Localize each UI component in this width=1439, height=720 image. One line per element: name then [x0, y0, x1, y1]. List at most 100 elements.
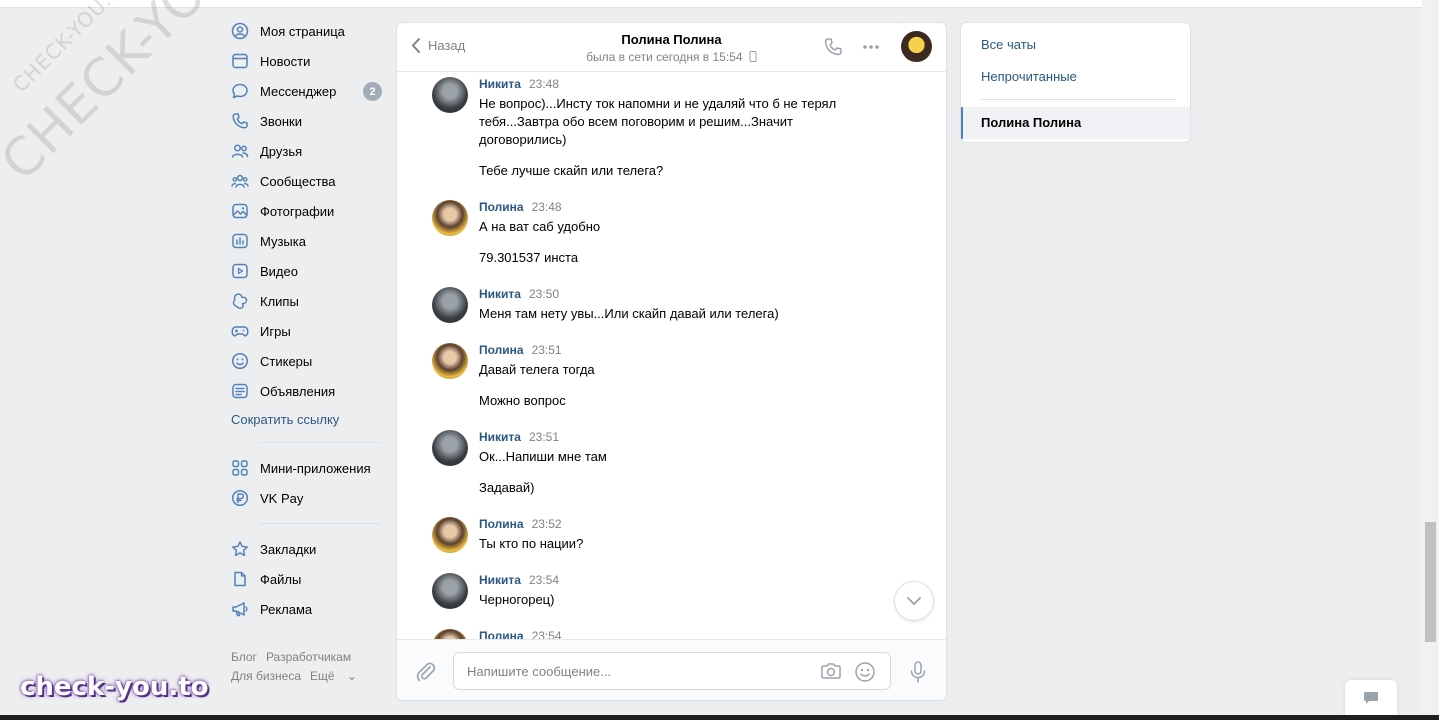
mini-chat-button[interactable]: [1345, 680, 1397, 716]
message-group[interactable]: Никита 23:54 Черногорец): [432, 573, 902, 609]
message-group[interactable]: Полина 23:48 А на ват саб удобно 79.301537 …: [432, 200, 902, 267]
active-chat-item[interactable]: Полина Полина: [961, 107, 1190, 139]
sidebar-item-music[interactable]: Музыка: [230, 226, 382, 256]
message-avatar[interactable]: [432, 517, 468, 553]
sidebar-item-apps-grid[interactable]: Мини-приложения: [230, 453, 382, 483]
top-bar: [0, 0, 1422, 8]
brand-watermark: check-you.to: [20, 672, 209, 702]
message-text: Давай телега тогда: [479, 362, 595, 377]
sidebar-item-user-circle[interactable]: Моя страница: [230, 16, 382, 46]
chat-header: Назад Полина Полина была в сети сегодня …: [397, 23, 946, 72]
sidebar-item-newspaper[interactable]: Новости: [230, 46, 382, 76]
sidebar-item-phone[interactable]: Звонки: [230, 106, 382, 136]
footer-developers-link[interactable]: Разработчикам: [266, 650, 351, 664]
footer-more-label: Ещё: [310, 669, 335, 683]
sidebar-item-label: Моя страница: [260, 23, 345, 39]
sidebar-item-classifieds[interactable]: Объявления: [230, 376, 382, 406]
call-button[interactable]: [823, 37, 843, 60]
message-group[interactable]: Полина 23:51 Давай телега тогда Можно вопро…: [432, 343, 902, 410]
message-author[interactable]: Полина: [479, 343, 524, 357]
sidebar-item-label: Сообщества: [260, 173, 336, 189]
scroll-down-button[interactable]: [894, 581, 934, 621]
message-author[interactable]: Никита: [479, 573, 521, 587]
phone-icon: [230, 111, 250, 131]
message-author[interactable]: Никита: [479, 287, 521, 301]
ruble-icon: [230, 488, 250, 508]
chat-avatar[interactable]: [901, 31, 932, 62]
message-avatar[interactable]: [432, 430, 468, 466]
message-group[interactable]: Никита 23:50 Меня там нету увы...Или скайп…: [432, 287, 902, 323]
message-avatar[interactable]: [432, 200, 468, 236]
sidebar-item-label: Файлы: [260, 571, 302, 587]
sidebar-item-label: Музыка: [260, 233, 306, 249]
sidebar-item-star[interactable]: Закладки: [230, 534, 382, 564]
smile-icon: [230, 351, 250, 371]
message-text: Черногорец): [479, 592, 555, 607]
classifieds-icon: [230, 381, 250, 401]
phone-icon: [824, 38, 842, 56]
message-text: 79.301537 инста: [479, 250, 579, 265]
sidebar-item-video[interactable]: Видео: [230, 256, 382, 286]
attach-button[interactable]: [415, 661, 437, 686]
panel-divider: [981, 99, 1176, 100]
sidebar-item-file[interactable]: Файлы: [230, 564, 382, 594]
unread-chats-link[interactable]: Непрочитанные: [981, 69, 1077, 84]
sidebar-item-smile[interactable]: Стикеры: [230, 346, 382, 376]
message-group[interactable]: Полина 23:52 Ты кто по нации?: [432, 517, 902, 553]
message-text: Тебе лучше скайп или телега?: [479, 163, 664, 178]
clips-icon: [230, 291, 250, 311]
message-time: 23:52: [531, 517, 562, 531]
message-group[interactable]: Полина 23:54: [432, 629, 902, 639]
message-avatar[interactable]: [432, 629, 468, 639]
sidebar-item-label: Стикеры: [260, 353, 313, 369]
sidebar-item-label: Объявления: [260, 383, 336, 399]
message-author[interactable]: Полина: [479, 629, 524, 639]
message-text: Меня там нету увы...Или скайп давай или …: [479, 306, 779, 321]
video-icon: [230, 261, 250, 281]
sidebar-item-label: Звонки: [260, 113, 302, 129]
sidebar-item-clips[interactable]: Клипы: [230, 286, 382, 316]
more-button[interactable]: [861, 37, 881, 60]
all-chats-link[interactable]: Все чаты: [981, 37, 1036, 52]
message-time: 23:51: [531, 343, 562, 357]
footer-blog-link[interactable]: Блог: [231, 650, 257, 664]
footer-more-link[interactable]: Ещё ⌄: [310, 669, 366, 683]
sidebar-item-label: Игры: [260, 323, 291, 339]
user-circle-icon: [230, 21, 250, 41]
footer-business-link[interactable]: Для бизнеса: [231, 669, 301, 683]
camera-button[interactable]: [820, 661, 842, 684]
megaphone-icon: [230, 599, 250, 619]
message-avatar[interactable]: [432, 343, 468, 379]
sidebar-item-gamepad[interactable]: Игры: [230, 316, 382, 346]
sidebar-item-megaphone[interactable]: Реклама: [230, 594, 382, 624]
chat-filter-panel: Все чаты Непрочитанные Полина Полина: [960, 22, 1191, 143]
message-avatar[interactable]: [432, 77, 468, 113]
sidebar-item-chat-bubble[interactable]: Мессенджер 2: [230, 76, 382, 106]
chat-window: Назад Полина Полина была в сети сегодня …: [396, 22, 947, 701]
message-author[interactable]: Никита: [479, 430, 521, 444]
message-group[interactable]: Никита 23:48 Не вопрос)...Инсту ток напомн…: [432, 77, 902, 180]
newspaper-icon: [230, 51, 250, 71]
chevron-down-icon: [907, 596, 921, 605]
message-input-box: [453, 652, 891, 690]
sidebar-item-ruble[interactable]: VK Pay: [230, 483, 382, 513]
sidebar-item-label: Видео: [260, 263, 298, 279]
sidebar-item-friends[interactable]: Друзья: [230, 136, 382, 166]
message-input[interactable]: [467, 653, 807, 689]
sidebar-item-photo[interactable]: Фотографии: [230, 196, 382, 226]
sidebar-item-communities[interactable]: Сообщества: [230, 166, 382, 196]
emoji-button[interactable]: [854, 661, 876, 686]
chat-bubble-icon: [1364, 692, 1378, 704]
scrollbar-thumb[interactable]: [1425, 522, 1436, 642]
footer-links: Блог Разработчикам Для бизнеса Ещё ⌄: [231, 648, 381, 686]
taskbar-edge: [0, 715, 1439, 720]
shorten-link[interactable]: Сократить ссылку: [231, 406, 382, 432]
message-author[interactable]: Полина: [479, 200, 524, 214]
message-text: Ты кто по нации?: [479, 536, 584, 551]
message-avatar[interactable]: [432, 573, 468, 609]
voice-message-button[interactable]: [909, 661, 927, 686]
message-author[interactable]: Полина: [479, 517, 524, 531]
message-author[interactable]: Никита: [479, 77, 521, 91]
message-group[interactable]: Никита 23:51 Ок...Напиши мне там Задавай): [432, 430, 902, 497]
message-avatar[interactable]: [432, 287, 468, 323]
